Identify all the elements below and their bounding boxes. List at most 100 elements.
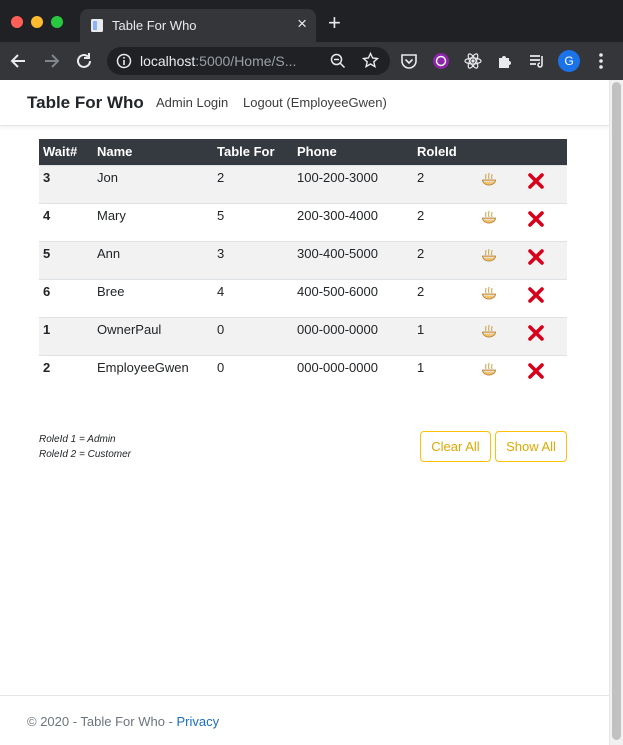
cell-phone: 300-400-5000 bbox=[293, 240, 413, 279]
footer-text: © 2020 - Table For Who - Privacy bbox=[27, 714, 219, 729]
cell-table-for: 0 bbox=[213, 316, 293, 355]
cell-phone: 000-000-0000 bbox=[293, 354, 413, 393]
site-navbar: Table For Who Admin Login Logout (Employ… bbox=[0, 80, 609, 126]
cell-role-id: 2 bbox=[413, 202, 473, 241]
header-name: Name bbox=[93, 139, 213, 165]
cell-name: Jon bbox=[93, 164, 213, 203]
cell-seat-action bbox=[473, 316, 523, 355]
cell-delete-action bbox=[523, 354, 567, 393]
cell-wait-number: 5 bbox=[39, 240, 93, 279]
bookmark-star-icon[interactable] bbox=[362, 52, 379, 69]
url-host: localhost bbox=[140, 53, 196, 69]
noodle-bowl-icon[interactable] bbox=[481, 324, 497, 340]
table-row: 4 Mary 5 200-300-4000 2 bbox=[39, 202, 567, 241]
cell-role-id: 2 bbox=[413, 164, 473, 203]
page-scrollbar[interactable] bbox=[609, 80, 623, 745]
header-seat-action bbox=[473, 139, 523, 165]
back-arrow-icon[interactable] bbox=[9, 51, 29, 71]
noodle-bowl-icon[interactable] bbox=[481, 248, 497, 264]
profile-avatar[interactable]: G bbox=[558, 50, 580, 72]
privacy-link[interactable]: Privacy bbox=[177, 714, 220, 729]
cell-role-id: 1 bbox=[413, 316, 473, 355]
table-row: 5 Ann 3 300-400-5000 2 bbox=[39, 240, 567, 279]
cell-role-id: 1 bbox=[413, 354, 473, 393]
zoom-out-icon[interactable] bbox=[330, 53, 346, 69]
close-tab-icon[interactable]: × bbox=[297, 15, 307, 32]
header-role-id: RoleId bbox=[413, 139, 473, 165]
cell-phone: 000-000-0000 bbox=[293, 316, 413, 355]
new-tab-icon[interactable]: + bbox=[328, 12, 341, 34]
cell-role-id: 2 bbox=[413, 278, 473, 317]
delete-x-icon[interactable] bbox=[527, 172, 545, 190]
cell-seat-action bbox=[473, 240, 523, 279]
noodle-bowl-icon[interactable] bbox=[481, 286, 497, 302]
site-footer: © 2020 - Table For Who - Privacy bbox=[0, 695, 609, 745]
cell-phone: 100-200-3000 bbox=[293, 164, 413, 203]
cell-name: Mary bbox=[93, 202, 213, 241]
pocket-extension-icon[interactable] bbox=[400, 52, 418, 70]
address-bar[interactable]: localhost:5000/Home/S... bbox=[107, 47, 390, 75]
delete-x-icon[interactable] bbox=[527, 248, 545, 266]
waitlist-table: Wait# Name Table For Phone RoleId 3 Jon 2 1… bbox=[39, 139, 567, 393]
browser-tab[interactable]: Table For Who × bbox=[80, 9, 316, 42]
waitlist-body: 3 Jon 2 100-200-3000 2 4 Mary 5 200-300-4000 2 5 An… bbox=[39, 164, 567, 393]
cell-role-id: 2 bbox=[413, 240, 473, 279]
forward-arrow-icon[interactable] bbox=[41, 51, 61, 71]
table-row: 1 OwnerPaul 0 000-000-0000 1 bbox=[39, 316, 567, 355]
cell-wait-number: 6 bbox=[39, 278, 93, 317]
cell-name: Bree bbox=[93, 278, 213, 317]
url-path: :5000/Home/S... bbox=[195, 53, 297, 69]
browser-toolbar: localhost:5000/Home/S... G bbox=[0, 42, 623, 80]
delete-x-icon[interactable] bbox=[527, 324, 545, 342]
window-zoom-button[interactable] bbox=[51, 16, 63, 28]
page-content: Table For Who Admin Login Logout (Employ… bbox=[0, 80, 609, 745]
header-table-for: Table For bbox=[213, 139, 293, 165]
role-legend: RoleId 1 = Admin RoleId 2 = Customer bbox=[39, 432, 131, 462]
cell-phone: 200-300-4000 bbox=[293, 202, 413, 241]
cell-delete-action bbox=[523, 316, 567, 355]
cell-seat-action bbox=[473, 202, 523, 241]
cell-name: EmployeeGwen bbox=[93, 354, 213, 393]
delete-x-icon[interactable] bbox=[527, 362, 545, 380]
legend-admin: RoleId 1 = Admin bbox=[39, 434, 116, 445]
header-phone: Phone bbox=[293, 139, 413, 165]
browser-tab-strip: Table For Who × + bbox=[0, 0, 623, 42]
cell-table-for: 5 bbox=[213, 202, 293, 241]
delete-x-icon[interactable] bbox=[527, 286, 545, 304]
cell-wait-number: 1 bbox=[39, 316, 93, 355]
noodle-bowl-icon[interactable] bbox=[481, 210, 497, 226]
legend-customer: RoleId 2 = Customer bbox=[39, 449, 131, 460]
purple-extension-icon[interactable] bbox=[432, 52, 450, 70]
cell-table-for: 4 bbox=[213, 278, 293, 317]
url-text[interactable]: localhost:5000/Home/S... bbox=[140, 53, 296, 69]
window-close-button[interactable] bbox=[11, 16, 23, 28]
window-minimize-button[interactable] bbox=[31, 16, 43, 28]
admin-login-link[interactable]: Admin Login bbox=[156, 95, 228, 110]
logout-link[interactable]: Logout (EmployeeGwen) bbox=[243, 95, 387, 110]
cell-delete-action bbox=[523, 202, 567, 241]
delete-x-icon[interactable] bbox=[527, 210, 545, 228]
reload-icon[interactable] bbox=[74, 51, 94, 71]
cell-delete-action bbox=[523, 278, 567, 317]
cell-phone: 400-500-6000 bbox=[293, 278, 413, 317]
kebab-menu-icon[interactable] bbox=[596, 52, 606, 70]
puzzle-extensions-icon[interactable] bbox=[496, 52, 514, 70]
cell-seat-action bbox=[473, 278, 523, 317]
noodle-bowl-icon[interactable] bbox=[481, 172, 497, 188]
show-all-button[interactable]: Show All bbox=[495, 431, 567, 462]
table-row: 2 EmployeeGwen 0 000-000-0000 1 bbox=[39, 354, 567, 393]
clear-all-button[interactable]: Clear All bbox=[420, 431, 491, 462]
react-devtools-icon[interactable] bbox=[464, 52, 482, 70]
table-header-row: Wait# Name Table For Phone RoleId bbox=[39, 139, 567, 165]
cell-seat-action bbox=[473, 354, 523, 393]
table-row: 6 Bree 4 400-500-6000 2 bbox=[39, 278, 567, 317]
site-info-icon[interactable] bbox=[116, 53, 132, 69]
scrollbar-thumb[interactable] bbox=[612, 82, 621, 740]
cell-name: OwnerPaul bbox=[93, 316, 213, 355]
table-row: 3 Jon 2 100-200-3000 2 bbox=[39, 164, 567, 203]
cell-seat-action bbox=[473, 164, 523, 203]
noodle-bowl-icon[interactable] bbox=[481, 362, 497, 378]
media-queue-icon[interactable] bbox=[528, 52, 546, 70]
site-brand[interactable]: Table For Who bbox=[27, 93, 144, 113]
cell-wait-number: 3 bbox=[39, 164, 93, 203]
